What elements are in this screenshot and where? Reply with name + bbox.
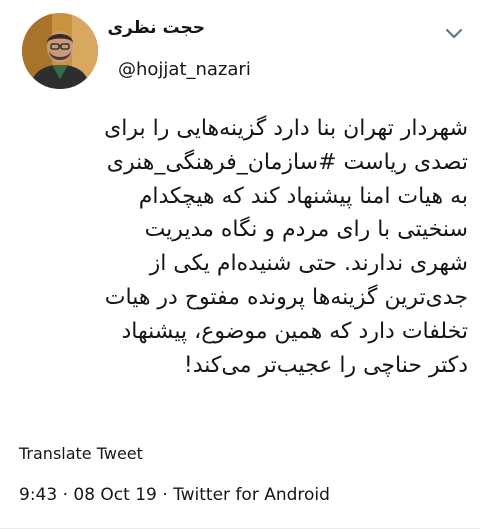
divider [0, 528, 480, 529]
tweet-header: حجت نظری @hojjat_nazari [0, 0, 480, 100]
tweet-timestamp: 9:43 · 08 Oct 19 · Twitter for Android [19, 485, 330, 505]
avatar[interactable] [22, 13, 98, 89]
chevron-down-icon[interactable] [443, 22, 465, 44]
author-display-name[interactable]: حجت نظری [107, 18, 205, 38]
avatar-photo [22, 13, 98, 89]
author-handle[interactable]: @hojjat_nazari [118, 59, 251, 80]
tweet-text: شهردار تهران بنا دارد گزینه‌هایی را برای… [104, 116, 468, 378]
translate-tweet-link[interactable]: Translate Tweet [19, 444, 143, 463]
